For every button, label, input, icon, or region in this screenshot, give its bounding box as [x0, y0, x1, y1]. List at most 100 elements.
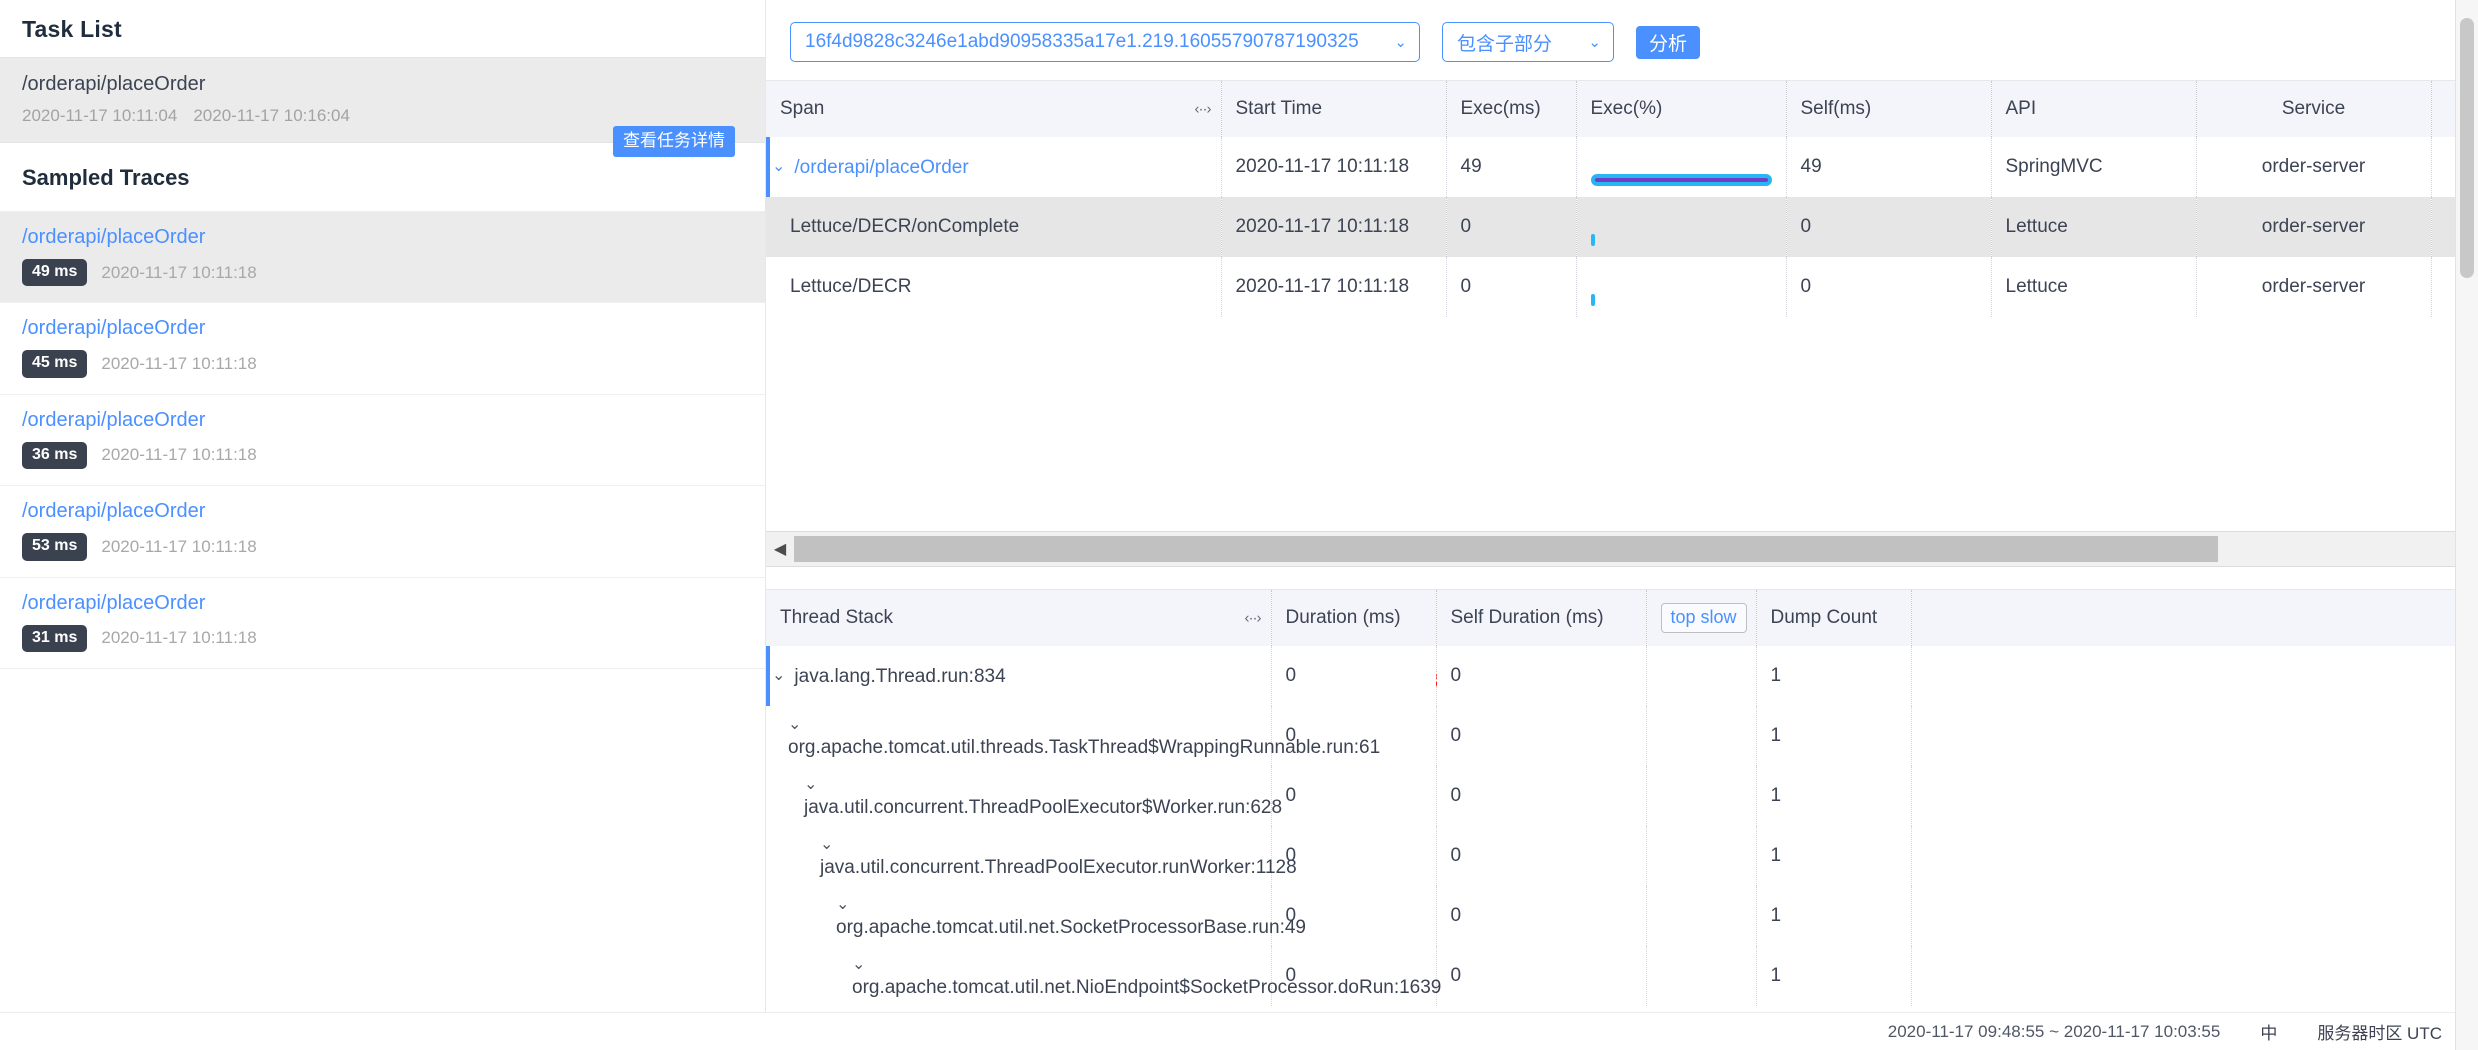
trace-link[interactable]: /orderapi/placeOrder — [22, 592, 743, 615]
trace-link[interactable]: /orderapi/placeOrder — [22, 317, 743, 340]
table-row[interactable]: ⌄org.apache.tomcat.util.threads.TaskThre… — [766, 706, 2478, 766]
trace-timestamp: 2020-11-17 10:11:18 — [101, 628, 257, 648]
list-item[interactable]: /orderapi/placeOrder 53 ms 2020-11-17 10:1… — [0, 486, 765, 578]
exec-percent-bar — [1590, 174, 1772, 186]
list-item[interactable]: /orderapi/placeOrder 49 ms 2020-11-17 10:1… — [0, 212, 765, 304]
page-title: Task List — [22, 16, 122, 42]
trace-id-select[interactable]: 16f4d9828c3246e1abd90958335a17e1.219.160… — [790, 22, 1420, 62]
cell-self-ms: 49 — [1786, 137, 1992, 197]
cell-frame[interactable]: ⌄org.apache.tomcat.util.net.SocketProces… — [766, 886, 1306, 946]
cell-dump-count: 1 — [1756, 826, 1912, 886]
exec-percent-bar-wrap — [1590, 234, 1772, 246]
cell-service[interactable]: order-server — [2196, 257, 2432, 317]
page-scrollbar-thumb[interactable] — [2460, 18, 2474, 278]
col-header-dump-count[interactable]: Dump Count — [1756, 590, 1912, 646]
scrollbar-track[interactable] — [794, 536, 2450, 562]
cell-service[interactable]: order-server — [2196, 197, 2432, 257]
col-header-api[interactable]: API — [1991, 81, 2197, 137]
col-header-start-time[interactable]: Start Time — [1221, 81, 1447, 137]
table-row[interactable]: ⌄org.apache.tomcat.util.net.NioEndpoint$… — [766, 946, 2478, 1006]
exec-percent-bar-wrap — [1590, 174, 1772, 186]
status-time-range: 2020-11-17 09:48:55 ~ 2020-11-17 10:03:5… — [1887, 1021, 2221, 1041]
cell-self-duration: 0 — [1436, 946, 1647, 1006]
table-row[interactable]: ⌄java.lang.Thread.run:834方法级调用栈001 — [766, 646, 2478, 706]
cell-span[interactable]: Lettuce/DECR — [766, 257, 1222, 317]
span-name[interactable]: Lettuce/DECR/onComplete — [790, 216, 1019, 237]
cell-api[interactable]: Lettuce — [1991, 257, 2197, 317]
cell-api[interactable]: SpringMVC — [1991, 137, 2197, 197]
cell-frame[interactable]: ⌄java.util.concurrent.ThreadPoolExecutor… — [766, 766, 1282, 826]
cell-frame[interactable]: ⌄org.apache.tomcat.util.threads.TaskThre… — [766, 706, 1380, 766]
cell-span[interactable]: ⌄ /orderapi/placeOrder — [766, 137, 1222, 197]
trace-link[interactable]: /orderapi/placeOrder — [22, 500, 743, 523]
timezone-label: 服务器时区 UTC — [2317, 1024, 2442, 1043]
expand-caret-icon[interactable]: ⌄ — [804, 774, 817, 794]
cell-frame[interactable]: ⌄org.apache.tomcat.util.net.NioEndpoint$… — [766, 946, 1441, 1006]
cell-ts-spacer — [1911, 766, 2478, 826]
cell-exec-pct — [1576, 197, 1787, 257]
trace-link[interactable]: /orderapi/placeOrder — [22, 409, 743, 432]
column-resize-icon[interactable]: ‹··› — [1245, 610, 1262, 627]
trace-analysis-app: Task List /orderapi/placeOrder 2020-11-1… — [0, 0, 2478, 1050]
cell-frame[interactable]: ⌄java.lang.Thread.run:834方法级调用栈 — [766, 646, 1438, 706]
analyze-button[interactable]: 分析 — [1636, 25, 1701, 59]
cell-self-duration: 0 — [1436, 886, 1647, 946]
cell-top-slow — [1646, 946, 1757, 1006]
table-row[interactable]: ⌄ /orderapi/placeOrder 2020-11-17 10:11:18… — [766, 137, 2478, 197]
cell-start-time: 2020-11-17 10:11:18 — [1221, 197, 1447, 257]
col-header-span-label: Span — [780, 98, 825, 119]
chevron-down-icon: ⌄ — [1588, 33, 1601, 51]
expand-caret-icon[interactable]: ⌄ — [772, 156, 785, 176]
table-row[interactable]: ⌄org.apache.tomcat.util.net.SocketProces… — [766, 886, 2478, 946]
span-name[interactable]: /orderapi/placeOrder — [794, 157, 968, 178]
col-header-self-duration[interactable]: Self Duration (ms) — [1436, 590, 1647, 646]
trace-meta: 36 ms 2020-11-17 10:11:18 — [22, 441, 743, 470]
task-start-time: 2020-11-17 10:11:04 — [22, 106, 178, 125]
scroll-left-arrow-icon[interactable]: ◀ — [766, 539, 794, 559]
top-slow-button[interactable]: top slow — [1660, 603, 1747, 633]
expand-caret-icon[interactable]: ⌄ — [788, 714, 801, 734]
trace-meta: 45 ms 2020-11-17 10:11:18 — [22, 350, 743, 378]
list-item[interactable]: /orderapi/placeOrder 45 ms 2020-11-17 10:1… — [0, 303, 765, 395]
cell-duration: 0 — [1271, 646, 1437, 706]
list-item[interactable]: /orderapi/placeOrder 31 ms 2020-11-17 10:1… — [0, 578, 765, 669]
cell-top-slow — [1646, 766, 1757, 826]
table-row[interactable]: ⌄java.util.concurrent.ThreadPoolExecutor… — [766, 766, 2478, 826]
col-header-service[interactable]: Service — [2196, 81, 2432, 137]
col-header-span[interactable]: Span ‹··› — [766, 81, 1222, 137]
horizontal-scrollbar[interactable]: ◀ ▶ — [766, 531, 2478, 567]
table-row[interactable]: ⌄java.util.concurrent.ThreadPoolExecutor… — [766, 826, 2478, 886]
col-header-thread-stack[interactable]: Thread Stack ‹··› — [766, 590, 1272, 646]
cell-ts-spacer — [1911, 946, 2478, 1006]
col-header-exec-ms[interactable]: Exec(ms) — [1446, 81, 1577, 137]
scope-select[interactable]: 包含子部分 ⌄ — [1442, 22, 1614, 62]
col-header-exec-pct[interactable]: Exec(%) — [1576, 81, 1787, 137]
span-name[interactable]: Lettuce/DECR — [790, 276, 911, 297]
frame-name: java.util.concurrent.ThreadPoolExecutor.… — [820, 856, 1297, 878]
page-scrollbar[interactable] — [2455, 0, 2478, 1050]
table-row[interactable]: Lettuce/DECR/onComplete 2020-11-17 10:11:… — [766, 197, 2478, 257]
trace-meta: 53 ms 2020-11-17 10:11:18 — [22, 533, 743, 561]
column-resize-icon[interactable]: ‹··› — [1195, 101, 1212, 118]
exec-percent-bar-wrap — [1590, 294, 1772, 306]
list-item[interactable]: /orderapi/placeOrder 36 ms 2020-11-17 10:1… — [0, 395, 765, 487]
cell-service[interactable]: order-server — [2196, 137, 2432, 197]
cell-frame[interactable]: ⌄java.util.concurrent.ThreadPoolExecutor… — [766, 826, 1297, 886]
cell-span[interactable]: Lettuce/DECR/onComplete — [766, 197, 1222, 257]
expand-caret-icon[interactable]: ⌄ — [852, 954, 865, 974]
col-header-self-ms[interactable]: Self(ms) — [1786, 81, 1992, 137]
col-header-duration[interactable]: Duration (ms) — [1271, 590, 1437, 646]
expand-caret-icon[interactable]: ⌄ — [836, 894, 849, 914]
task-card[interactable]: /orderapi/placeOrder 2020-11-17 10:11:04… — [0, 57, 765, 158]
view-task-detail-button[interactable]: 查看任务详情 — [613, 126, 735, 158]
expand-caret-icon[interactable]: ⌄ — [772, 665, 785, 685]
cell-ts-spacer — [1911, 706, 2478, 766]
main-panel: 16f4d9828c3246e1abd90958335a17e1.219.160… — [766, 0, 2478, 1050]
cell-api[interactable]: Lettuce — [1991, 197, 2197, 257]
scrollbar-thumb[interactable] — [794, 536, 2219, 562]
cell-exec-pct — [1576, 257, 1787, 317]
table-row[interactable]: Lettuce/DECR 2020-11-17 10:11:18 0 0 Lettuce… — [766, 257, 2478, 317]
language-toggle[interactable]: 中 — [2260, 1019, 2277, 1044]
expand-caret-icon[interactable]: ⌄ — [820, 834, 833, 854]
trace-link[interactable]: /orderapi/placeOrder — [22, 226, 743, 249]
